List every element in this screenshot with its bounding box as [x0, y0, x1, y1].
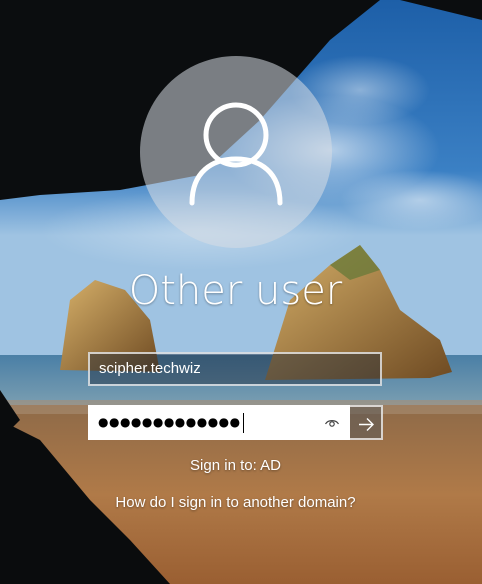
password-field[interactable]: ●●●●●●●●●●●●● — [88, 405, 350, 440]
other-domain-link[interactable]: How do I sign in to another domain? — [0, 494, 471, 511]
person-icon — [189, 102, 283, 206]
submit-button[interactable] — [350, 405, 383, 440]
sign-in-domain-label: Sign in to: AD — [190, 457, 281, 474]
text-caret — [242, 412, 244, 433]
user-name-heading: Other user — [128, 268, 343, 314]
password-dots-text: ●●●●●●●●●●●●● — [98, 415, 241, 429]
eye-icon[interactable] — [324, 415, 340, 431]
login-screen: Other user scipher.techwiz ●●●●●●●●●●●●●… — [0, 0, 482, 584]
username-field[interactable]: scipher.techwiz — [88, 352, 382, 386]
arrow-right-icon — [359, 418, 374, 431]
password-row: ●●●●●●●●●●●●● — [88, 405, 383, 440]
user-avatar — [140, 56, 332, 248]
password-mask: ●●●●●●●●●●●●● — [98, 407, 244, 438]
